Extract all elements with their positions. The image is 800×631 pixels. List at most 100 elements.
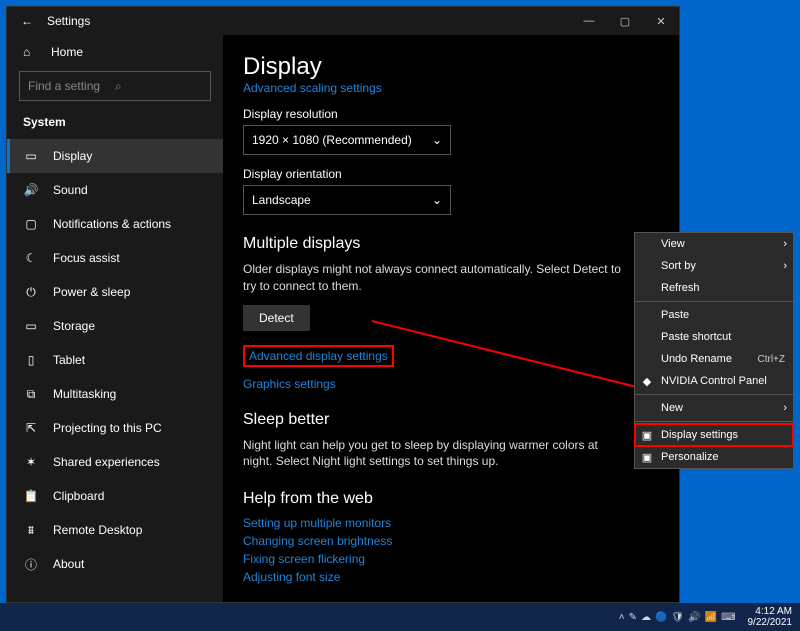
nav-icon: 🔊 <box>23 183 39 197</box>
clock[interactable]: 4:12 AM 9/22/2021 <box>748 606 793 628</box>
context-menu-item-paste-shortcut[interactable]: Paste shortcut <box>635 326 793 348</box>
chevron-down-icon: ⌄ <box>432 133 442 147</box>
tray-icon[interactable]: 📶 <box>705 612 717 623</box>
context-menu-item-new[interactable]: New› <box>635 397 793 419</box>
maximize-button[interactable]: ▢ <box>607 15 643 28</box>
sidebar-item-shared-experiences[interactable]: ✶ Shared experiences <box>7 445 223 479</box>
menu-icon: ▣ <box>640 429 654 442</box>
category-label: System <box>7 109 223 139</box>
context-menu-item-view[interactable]: View› <box>635 233 793 255</box>
nav-label: Focus assist <box>53 251 120 265</box>
page-title: Display <box>243 53 659 81</box>
nav-icon: ▭ <box>23 319 39 333</box>
sidebar-item-sound[interactable]: 🔊Sound <box>7 173 223 207</box>
help-link[interactable]: Setting up multiple monitors <box>243 516 659 530</box>
desktop-context-menu: View› Sort by › Refresh Paste Paste shortcut U… <box>634 232 794 469</box>
menu-icon: ▣ <box>640 451 654 464</box>
tray-icon[interactable]: 🛡 <box>671 612 684 623</box>
nav-icon: ⧉ <box>23 387 39 402</box>
nav-icon: ⩩ <box>23 523 39 538</box>
menu-label: View <box>661 238 685 250</box>
shortcut-label: Ctrl+Z <box>758 354 786 365</box>
nav-label: About <box>53 557 84 571</box>
orientation-value: Landscape <box>252 193 311 207</box>
nav-label: Clipboard <box>53 489 104 503</box>
sidebar-item-remote-desktop[interactable]: ⩩ Remote Desktop <box>7 513 223 547</box>
context-menu-item-undo-rename[interactable]: Undo Rename Ctrl+Z <box>635 348 793 370</box>
nav-icon: ✶ <box>23 455 39 469</box>
sidebar-item-focus-assist[interactable]: ☾ Focus assist <box>7 241 223 275</box>
menu-label: Refresh <box>661 282 700 294</box>
nav-icon: ▢ <box>23 217 39 231</box>
nav-label: Shared experiences <box>53 455 160 469</box>
highlight-box: Advanced display settings <box>243 345 394 367</box>
search-input[interactable]: Find a setting ⌕ <box>19 71 211 101</box>
menu-label: Paste <box>661 309 689 321</box>
orientation-dropdown[interactable]: Landscape ⌄ <box>243 185 451 215</box>
tray-icon[interactable]: ˄ <box>619 612 625 623</box>
sidebar-item-power-sleep[interactable]: ⏻Power & sleep <box>7 275 223 309</box>
tray-icon[interactable]: ✎ <box>629 612 637 623</box>
advanced-display-settings-link[interactable]: Advanced display settings <box>249 349 388 363</box>
sidebar-item-storage[interactable]: ▭ Storage <box>7 309 223 343</box>
window-title: Settings <box>47 14 571 28</box>
context-menu-item-nvidia-control-panel[interactable]: ◆NVIDIA Control Panel <box>635 370 793 392</box>
system-tray[interactable]: ˄ ✎ ☁ 🔵 🛡 🔊 📶 ⌨ 4:12 AM 9/22/2021 <box>617 606 800 628</box>
time: 4:12 AM <box>748 606 793 617</box>
sidebar-item-tablet[interactable]: ▯Tablet <box>7 343 223 377</box>
context-menu-item-refresh[interactable]: Refresh <box>635 277 793 299</box>
tray-icon[interactable]: 🔊 <box>688 612 700 623</box>
resolution-label: Display resolution <box>243 107 659 121</box>
sidebar-item-notifications-actions[interactable]: ▢ Notifications & actions <box>7 207 223 241</box>
sidebar-item-clipboard[interactable]: 📋Clipboard <box>7 479 223 513</box>
submenu-arrow-icon: › <box>783 260 787 272</box>
content-pane: Display Advanced scaling settings Displa… <box>223 35 679 602</box>
tray-icon[interactable]: 🔵 <box>655 612 667 623</box>
multiple-displays-heading: Multiple displays <box>243 235 659 253</box>
search-placeholder: Find a setting <box>28 79 115 93</box>
titlebar: ← Settings — ▢ ✕ <box>7 7 679 35</box>
sidebar-item-display[interactable]: ▭Display <box>7 139 223 173</box>
context-menu-item-personalize[interactable]: ▣ Personalize <box>635 446 793 468</box>
nav-icon: ⓘ <box>23 556 39 573</box>
nav-icon: ☾ <box>23 251 39 265</box>
detect-button[interactable]: Detect <box>243 305 310 331</box>
menu-label: Sort by <box>661 260 696 272</box>
sidebar-item-about[interactable]: ⓘ About <box>7 547 223 581</box>
help-heading: Help from the web <box>243 490 659 508</box>
help-link[interactable]: Fixing screen flickering <box>243 552 659 566</box>
context-menu-item-display-settings[interactable]: ▣Display settings <box>635 424 793 446</box>
back-button[interactable]: ← <box>7 14 47 28</box>
nav-label: Notifications & actions <box>53 217 171 231</box>
nav-icon: ▯ <box>23 353 39 367</box>
help-link[interactable]: Changing screen brightness <box>243 534 659 548</box>
menu-label: Personalize <box>661 451 718 463</box>
context-menu-item-sort-by[interactable]: Sort by › <box>635 255 793 277</box>
menu-label: Undo Rename <box>661 353 732 365</box>
advanced-scaling-link[interactable]: Advanced scaling settings <box>243 81 659 95</box>
help-link[interactable]: Adjusting font size <box>243 570 659 584</box>
resolution-dropdown[interactable]: 1920 × 1080 (Recommended) ⌄ <box>243 125 451 155</box>
graphics-settings-link[interactable]: Graphics settings <box>243 377 659 391</box>
settings-window: ← Settings — ▢ ✕ ⌂ Home Find a setting ⌕… <box>6 6 680 603</box>
menu-label: Paste shortcut <box>661 331 731 343</box>
sidebar-item-multitasking[interactable]: ⧉Multitasking <box>7 377 223 411</box>
home-nav[interactable]: ⌂ Home <box>7 35 223 63</box>
menu-label: New <box>661 402 683 414</box>
nav-label: Storage <box>53 319 95 333</box>
nav-label: Display <box>53 149 92 163</box>
date: 9/22/2021 <box>748 617 793 628</box>
tray-icon[interactable]: ⌨ <box>721 612 735 623</box>
multiple-displays-desc: Older displays might not always connect … <box>243 261 623 295</box>
menu-icon: ◆ <box>640 375 654 388</box>
nav-icon: ⏻ <box>23 285 39 300</box>
nav-label: Remote Desktop <box>53 523 142 537</box>
sidebar-item-projecting-to-this-pc[interactable]: ⇱Projecting to this PC <box>7 411 223 445</box>
context-menu-item-paste[interactable]: Paste <box>635 304 793 326</box>
chevron-down-icon: ⌄ <box>432 193 442 207</box>
minimize-button[interactable]: — <box>571 15 607 27</box>
close-button[interactable]: ✕ <box>643 15 679 28</box>
tray-icon[interactable]: ☁ <box>641 612 651 623</box>
taskbar[interactable]: ˄ ✎ ☁ 🔵 🛡 🔊 📶 ⌨ 4:12 AM 9/22/2021 <box>0 603 800 631</box>
search-icon: ⌕ <box>115 79 202 94</box>
